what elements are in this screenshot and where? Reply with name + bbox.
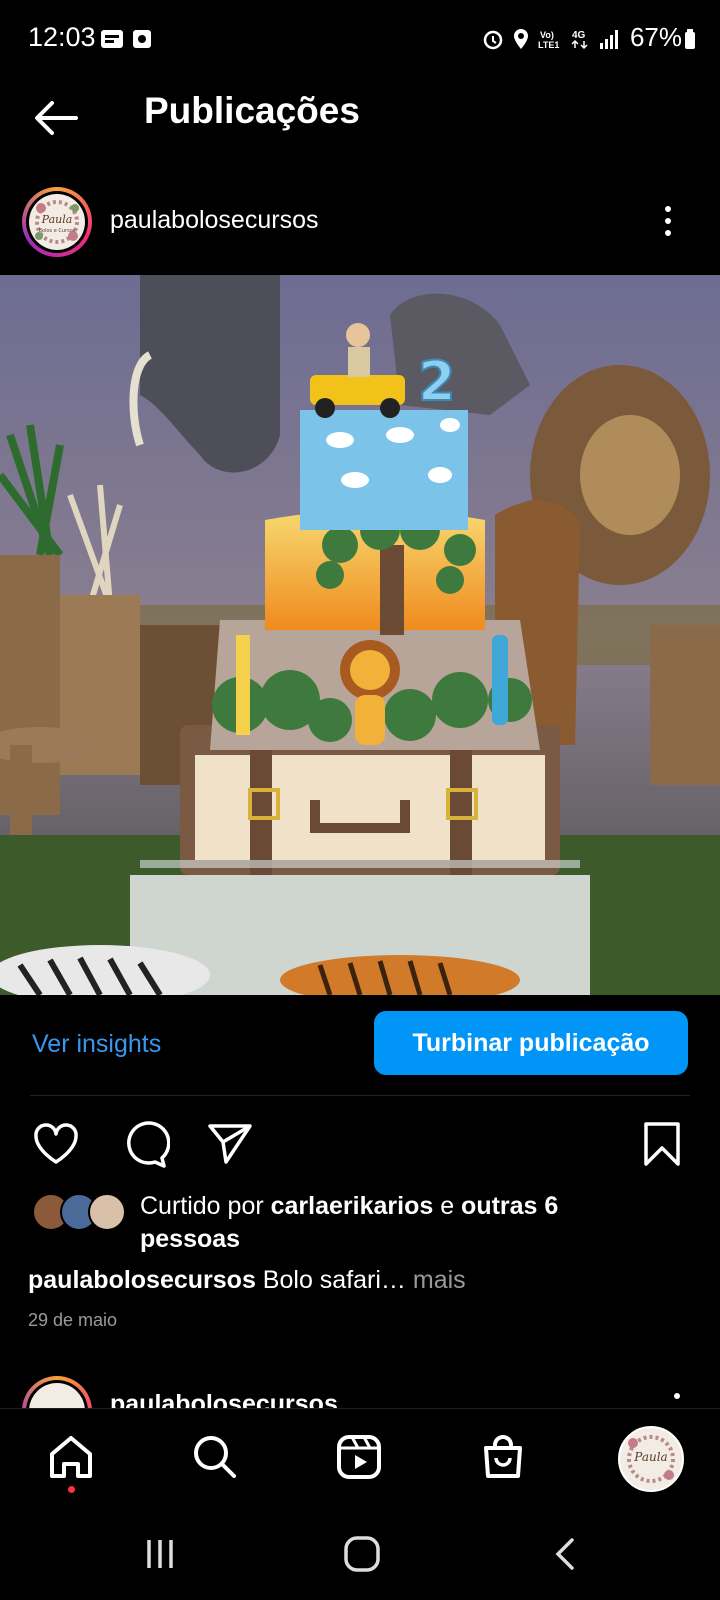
signal-icon [600, 30, 618, 49]
post-photo[interactable]: 2 [0, 275, 720, 995]
likes-text[interactable]: Curtido por carlaerikarios e outras 6 pe… [140, 1190, 660, 1256]
cake-number: 2 [418, 350, 456, 413]
post-avatar[interactable]: Paula Bolos e Cursos [22, 187, 92, 257]
liker-avatar [88, 1193, 126, 1231]
avatar-logo-icon: Paula Bolos e Cursos [30, 195, 84, 249]
likes-prefix: Curtido por [140, 1192, 271, 1220]
svg-text:Vo): Vo) [540, 30, 554, 40]
safari-cake-image: 2 [0, 275, 720, 995]
more-options-icon[interactable] [660, 204, 676, 238]
search-icon[interactable] [190, 1432, 240, 1482]
boost-post-button[interactable]: Turbinar publicação [374, 1011, 688, 1075]
battery-percentage: 67% [629, 22, 682, 52]
post-username[interactable]: paulabolosecursos [110, 206, 318, 235]
back-arrow-icon[interactable] [30, 92, 82, 144]
reels-icon[interactable] [334, 1432, 384, 1482]
divider [30, 1095, 690, 1096]
alarm-icon [483, 30, 503, 50]
recent-apps-icon[interactable] [142, 1536, 178, 1572]
next-more-options-icon[interactable] [674, 1393, 680, 1399]
likes-user[interactable]: carlaerikarios [271, 1192, 434, 1220]
shop-icon[interactable] [478, 1432, 528, 1482]
avatar-text: Paula [41, 213, 73, 226]
post-caption: paulabolosecursos Bolo safari… mais [28, 1266, 708, 1295]
home-system-icon[interactable] [342, 1534, 382, 1574]
4g-icon: 4G [571, 30, 588, 50]
svg-text:LTE1: LTE1 [538, 40, 559, 50]
status-time: 12:03 [28, 22, 96, 52]
caption-text: Bolo safari… [255, 1266, 406, 1294]
save-bookmark-icon[interactable] [636, 1118, 688, 1170]
like-heart-icon[interactable] [30, 1118, 82, 1170]
profile-avatar[interactable]: Paula [618, 1426, 684, 1492]
location-icon [514, 29, 528, 49]
back-system-icon[interactable] [550, 1536, 580, 1572]
volte-icon: Vo) LTE1 [538, 30, 559, 50]
status-bar: 12:03 Vo) LTE1 4G 67% [0, 0, 720, 80]
view-insights-link[interactable]: Ver insights [32, 1030, 161, 1059]
profile-avatar-text: Paula [633, 1450, 667, 1464]
likes-mid: e [433, 1192, 462, 1220]
page-title: Publicações [144, 90, 360, 131]
caption-username[interactable]: paulabolosecursos [28, 1266, 256, 1294]
home-icon[interactable] [46, 1432, 96, 1482]
notification-app-icon [101, 30, 123, 48]
caption-more-link[interactable]: mais [406, 1266, 466, 1294]
notification-dot [68, 1486, 75, 1493]
profile-logo-icon: Paula [621, 1429, 681, 1489]
share-paper-plane-icon[interactable] [204, 1118, 256, 1170]
comment-icon[interactable] [118, 1118, 170, 1170]
system-navigation-bar [0, 1508, 720, 1600]
battery-icon [685, 29, 695, 49]
screen-record-icon [133, 30, 151, 48]
avatar-subtext: Bolos e Cursos [39, 228, 76, 234]
svg-text:4G: 4G [572, 30, 586, 41]
post-date: 29 de maio [28, 1310, 118, 1330]
